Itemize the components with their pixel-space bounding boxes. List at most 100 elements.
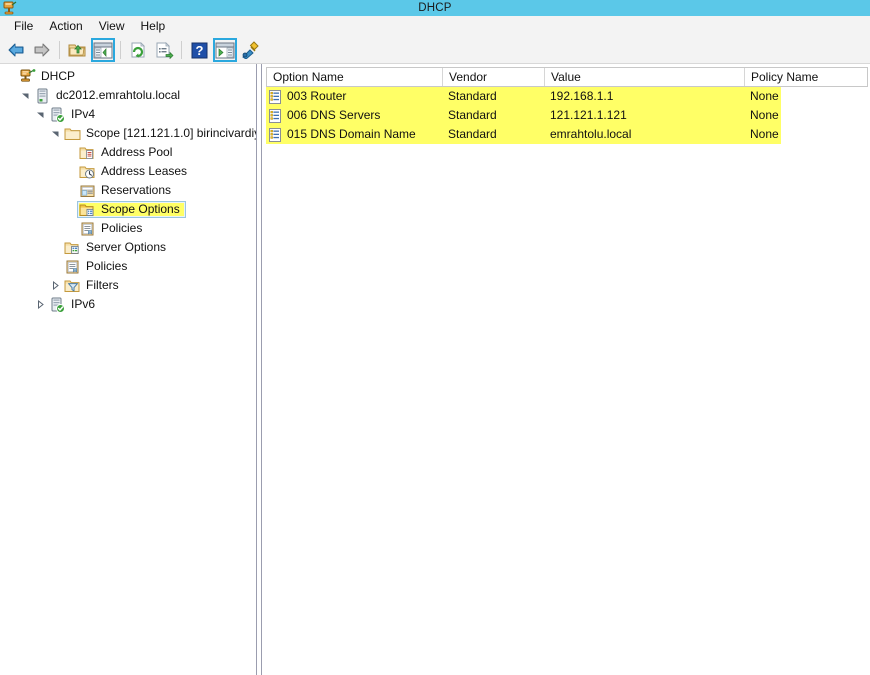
tree-item-content: Scope [121.121.1.0] birincivardiya bbox=[62, 125, 257, 142]
export-list-icon[interactable] bbox=[152, 38, 176, 62]
content-area: DHCP dc2012.emrahtolu.local IPv4 Scope [121… bbox=[0, 64, 870, 675]
cell-option-name: 003 Router bbox=[266, 87, 442, 106]
toolbar-separator bbox=[120, 41, 121, 59]
tree-item-content: Reservations bbox=[77, 182, 177, 199]
window-title: DHCP bbox=[418, 2, 452, 14]
tree-item-content: Policies bbox=[62, 258, 133, 275]
option-icon bbox=[269, 89, 282, 104]
list-column-headers[interactable]: Option Name Vendor Value Policy Name bbox=[266, 67, 868, 87]
back-button[interactable] bbox=[4, 38, 28, 62]
chevron-right-icon[interactable] bbox=[49, 276, 62, 295]
options-list[interactable]: 003 Router Standard 192.168.1.1 None 006 DNS… bbox=[266, 87, 868, 144]
chevron-right-icon[interactable] bbox=[34, 295, 47, 314]
table-row[interactable]: 006 DNS Servers Standard 121.121.1.121 None bbox=[266, 106, 868, 125]
cell-option-name: 006 DNS Servers bbox=[266, 106, 442, 125]
column-header-option-name[interactable]: Option Name bbox=[267, 68, 443, 86]
option-icon bbox=[269, 127, 282, 142]
filters-icon bbox=[64, 278, 81, 294]
tree-item-label: Address Leases bbox=[101, 164, 188, 178]
help-icon[interactable]: ? bbox=[187, 38, 211, 62]
table-row[interactable]: 003 Router Standard 192.168.1.1 None bbox=[266, 87, 868, 106]
panel-splitter[interactable] bbox=[258, 64, 262, 675]
menu-view[interactable]: View bbox=[92, 17, 134, 36]
tree-item-ipv6[interactable]: IPv6 bbox=[0, 295, 256, 314]
table-row[interactable]: 015 DNS Domain Name Standard emrahtolu.loc… bbox=[266, 125, 868, 144]
results-pane[interactable]: Option Name Vendor Value Policy Name 003 Ro… bbox=[263, 64, 870, 675]
refresh-icon[interactable] bbox=[126, 38, 150, 62]
chevron-down-icon[interactable] bbox=[19, 86, 32, 105]
cell-value: 192.168.1.1 bbox=[544, 87, 744, 106]
menu-file[interactable]: File bbox=[7, 17, 42, 36]
address-leases-icon bbox=[79, 164, 96, 180]
tree-item-server[interactable]: dc2012.emrahtolu.local bbox=[0, 86, 256, 105]
column-header-value[interactable]: Value bbox=[545, 68, 745, 86]
menu-help[interactable]: Help bbox=[134, 17, 175, 36]
console-tree-icon[interactable] bbox=[91, 38, 115, 62]
toolbar-separator bbox=[181, 41, 182, 59]
tree-item-filters[interactable]: Filters bbox=[0, 276, 256, 295]
tree-item-scope-policies[interactable]: Policies bbox=[0, 219, 256, 238]
tree-item-label: Scope [121.121.1.0] birincivardiya bbox=[86, 126, 257, 140]
cell-vendor: Standard bbox=[442, 125, 544, 144]
tree-item-label: dc2012.emrahtolu.local bbox=[56, 88, 181, 102]
cell-policy-name: None bbox=[744, 125, 781, 144]
tree-item-scope[interactable]: Scope [121.121.1.0] birincivardiya bbox=[0, 124, 256, 143]
tree-item-content: Address Pool bbox=[77, 144, 178, 161]
option-icon bbox=[269, 108, 282, 123]
tree-item-content: Policies bbox=[77, 220, 148, 237]
tree-item-server-options[interactable]: Server Options bbox=[0, 238, 256, 257]
cell-policy-name: None bbox=[744, 106, 781, 125]
menu-action[interactable]: Action bbox=[42, 17, 91, 36]
tree-item-address-leases[interactable]: Address Leases bbox=[0, 162, 256, 181]
cell-vendor: Standard bbox=[442, 87, 544, 106]
column-header-policy-name[interactable]: Policy Name bbox=[745, 68, 868, 86]
cell-value: 121.121.1.121 bbox=[544, 106, 744, 125]
column-header-vendor[interactable]: Vendor bbox=[443, 68, 545, 86]
chevron-down-icon[interactable] bbox=[34, 105, 47, 124]
tree-item-server-policies[interactable]: Policies bbox=[0, 257, 256, 276]
console-tree: DHCP dc2012.emrahtolu.local IPv4 Scope [121… bbox=[0, 64, 256, 314]
tree-item-ipv4[interactable]: IPv4 bbox=[0, 105, 256, 124]
tree-item-reservations[interactable]: Reservations bbox=[0, 181, 256, 200]
policies-icon bbox=[79, 221, 96, 237]
tree-item-label: Policies bbox=[86, 259, 128, 273]
dhcp-console-window: DHCP File Action View Help ? DHCP dc2012… bbox=[0, 0, 870, 675]
toolbar-separator bbox=[59, 41, 60, 59]
tree-item-content: dc2012.emrahtolu.local bbox=[32, 87, 186, 104]
tree-item-dhcp[interactable]: DHCP bbox=[0, 67, 256, 86]
address-pool-icon bbox=[79, 145, 96, 161]
menu-bar: File Action View Help bbox=[0, 16, 870, 37]
cell-policy-name: None bbox=[744, 87, 781, 106]
tree-item-label: Policies bbox=[101, 221, 143, 235]
tree-item-label: Filters bbox=[86, 278, 119, 292]
tools-icon[interactable] bbox=[239, 38, 263, 62]
reservations-icon bbox=[79, 183, 96, 199]
console-tree-panel[interactable]: DHCP dc2012.emrahtolu.local IPv4 Scope [121… bbox=[0, 64, 257, 675]
option-name-text: 015 DNS Domain Name bbox=[287, 127, 416, 141]
title-bar: DHCP bbox=[0, 0, 870, 16]
forward-button[interactable] bbox=[30, 38, 54, 62]
tree-item-address-pool[interactable]: Address Pool bbox=[0, 143, 256, 162]
tree-item-content: IPv6 bbox=[47, 296, 101, 313]
server-icon bbox=[34, 88, 51, 104]
option-name-text: 006 DNS Servers bbox=[287, 108, 381, 122]
up-one-level-button[interactable] bbox=[65, 38, 89, 62]
tree-item-label: Reservations bbox=[101, 183, 172, 197]
scope-options-icon bbox=[79, 202, 96, 218]
tree-item-label: Scope Options bbox=[101, 202, 180, 216]
cell-option-name: 015 DNS Domain Name bbox=[266, 125, 442, 144]
tree-item-content: Address Leases bbox=[77, 163, 193, 180]
chevron-down-icon[interactable] bbox=[49, 124, 62, 143]
policies-icon bbox=[64, 259, 81, 275]
action-pane-icon[interactable] bbox=[213, 38, 237, 62]
server-options-icon bbox=[64, 240, 81, 256]
cell-value: emrahtolu.local bbox=[544, 125, 744, 144]
tree-item-scope-options[interactable]: Scope Options bbox=[0, 200, 256, 219]
